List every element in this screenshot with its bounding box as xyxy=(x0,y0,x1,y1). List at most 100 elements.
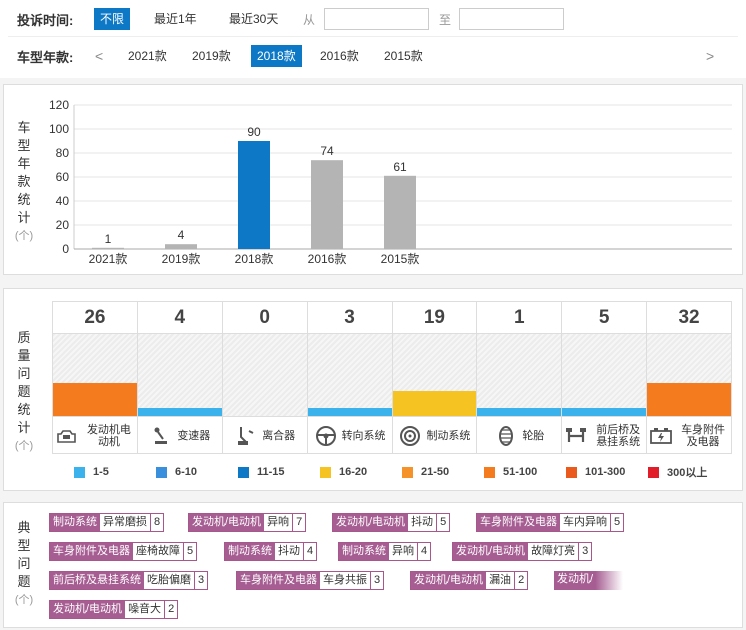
quality-bar-area xyxy=(392,334,477,416)
year-option-2021[interactable]: 2021款 xyxy=(122,45,173,67)
issue-tag[interactable]: 发动机/电动机 故障灯亮 3 xyxy=(452,542,593,561)
quality-bar xyxy=(53,383,137,416)
issue-tag-count: 5 xyxy=(610,514,623,531)
year-option-2016[interactable]: 2016款 xyxy=(314,45,365,67)
issue-tag-count: 3 xyxy=(194,572,207,589)
bar-value-label: 61 xyxy=(393,160,407,174)
bar xyxy=(311,160,343,249)
quality-label: 前后桥及悬挂系统 xyxy=(562,416,647,454)
issue-tag-count: 7 xyxy=(292,514,305,531)
quality-label-text: 离合器 xyxy=(262,429,296,442)
issue-tag-count: 5 xyxy=(183,543,196,560)
quality-cell-4[interactable]: 19 制动系统 xyxy=(392,302,478,453)
quality-count: 19 xyxy=(392,302,477,334)
date-to-input[interactable] xyxy=(459,8,564,30)
quality-stats-panel: 质 量 问 题 统 计 (个) 26 发动机电动机 4 变速器 0 离合器 3 转向系统 19 制… xyxy=(3,288,743,491)
title-char: 题 xyxy=(17,574,31,589)
quality-cell-3[interactable]: 3 转向系统 xyxy=(307,302,393,453)
quality-bar-area xyxy=(562,334,647,416)
title-char: 题 xyxy=(17,384,31,399)
issue-tag[interactable]: 发动机/电动机 异响 7 xyxy=(188,513,307,532)
issue-tag[interactable]: 车身附件及电器 车身共振 3 xyxy=(236,571,385,590)
date-from-input[interactable] xyxy=(324,8,429,30)
quality-stats-title: 质 量 问 题 统 计 (个) xyxy=(12,329,36,455)
issue-tag-category: 发动机/电动机 xyxy=(50,601,126,618)
quality-bar-area xyxy=(477,334,562,416)
y-tick-label: 100 xyxy=(49,122,69,136)
year-filter-label: 车型年款: xyxy=(17,49,74,65)
issue-tag[interactable]: 发动机/ xyxy=(554,571,624,590)
issue-tag-category: 车身附件及电器 xyxy=(477,514,560,531)
issue-tag[interactable]: 制动系统 异常磨损 8 xyxy=(49,513,165,532)
date-from-label: 从 xyxy=(303,12,316,27)
quality-cell-6[interactable]: 5 前后桥及悬挂系统 xyxy=(562,302,648,454)
time-filter-row: 投诉时间: 不限 最近1年 最近30天 从 至 xyxy=(0,7,746,31)
issue-tag-category: 制动系统 xyxy=(50,514,100,531)
issue-tag[interactable]: 制动系统 异响 4 xyxy=(338,542,432,561)
quality-count: 5 xyxy=(562,302,647,334)
issue-tag-issue: 异响 xyxy=(267,516,290,528)
legend-item: 1-5 xyxy=(74,464,156,480)
issue-tag[interactable]: 发动机/电动机 漏油 2 xyxy=(410,571,529,590)
quality-cell-7[interactable]: 32 车身附件及电器 xyxy=(647,302,731,453)
issue-tag-category: 发动机/电动机 xyxy=(411,572,487,589)
issue-tag-category: 车身附件及电器 xyxy=(237,572,320,589)
issue-tag-category: 车身附件及电器 xyxy=(50,543,133,560)
quality-cell-1[interactable]: 4 变速器 xyxy=(137,302,223,453)
engine-icon xyxy=(55,426,79,446)
title-char: 计 xyxy=(17,420,31,435)
quality-label-text: 变速器 xyxy=(177,429,211,442)
brake-disc-icon xyxy=(398,425,422,446)
quality-cell-5[interactable]: 1 轮胎 xyxy=(477,302,563,453)
quality-bar-area xyxy=(647,334,731,416)
year-next-arrow-icon[interactable]: > xyxy=(706,48,714,64)
issue-tag[interactable]: 车身附件及电器 座椅故障 5 xyxy=(49,542,198,561)
issue-tag[interactable]: 发动机/电动机 抖动 5 xyxy=(332,513,451,532)
legend-label: 11-15 xyxy=(257,466,285,478)
issue-tag-issue: 异响 xyxy=(392,545,414,557)
quality-count: 26 xyxy=(53,302,137,334)
issue-tag-category: 制动系统 xyxy=(339,543,389,560)
legend-label: 51-100 xyxy=(503,466,538,478)
issue-tag-issue: 异常磨损 xyxy=(103,516,147,528)
quality-label-text: 转向系统 xyxy=(341,429,386,442)
quality-count: 0 xyxy=(222,302,307,334)
issue-tag[interactable]: 前后桥及悬挂系统 吃胎偏磨 3 xyxy=(49,571,209,590)
issue-tag-category: 前后桥及悬挂系统 xyxy=(50,572,144,589)
legend-item: 101-300 xyxy=(566,464,648,480)
date-to-label: 至 xyxy=(439,12,452,27)
quality-bar xyxy=(307,407,392,416)
issue-tag-issue: 故障灯亮 xyxy=(531,545,576,557)
quality-legend: 1-5 6-10 11-15 16-20 21-50 51-100 101-300 300以上 xyxy=(74,464,730,480)
issue-tag[interactable]: 制动系统 抖动 4 xyxy=(224,542,318,561)
bar-value-label: 1 xyxy=(105,232,112,246)
typical-issues-title: 典 型 问 题 (个) xyxy=(12,519,36,609)
legend-swatch xyxy=(648,466,659,478)
year-option-2015[interactable]: 2015款 xyxy=(378,45,429,67)
title-char: 问 xyxy=(17,556,31,571)
title-char: 问 xyxy=(17,366,31,381)
year-stats-panel: 车 型 年 款 统 计 (个) 0 20 40 60 80 100 120 1 2021款 4 20… xyxy=(3,84,743,275)
year-option-2018[interactable]: 2018款 xyxy=(251,45,302,67)
year-prev-arrow-icon[interactable]: < xyxy=(95,48,103,64)
issue-tag[interactable]: 发动机/电动机 噪音大 2 xyxy=(49,600,179,619)
bar xyxy=(238,141,270,249)
x-tick-label: 2018款 xyxy=(235,252,274,266)
year-bar-chart: 0 20 40 60 80 100 120 1 2021款 4 2019款 90 2018款 74 2016… xyxy=(49,98,732,266)
time-option-unlimited[interactable]: 不限 xyxy=(94,8,131,30)
title-char: 型 xyxy=(17,538,31,553)
typical-issues-panel: 典 型 问 题 (个) 制动系统 异常磨损 8 发动机/电动机 异响 7 发动机/电动机 抖动… xyxy=(3,502,743,628)
quality-count: 3 xyxy=(307,302,392,334)
filter-divider xyxy=(8,36,738,37)
time-option-last-30-days[interactable]: 最近30天 xyxy=(223,8,284,30)
issue-tag-issue: 吃胎偏磨 xyxy=(147,574,191,586)
time-option-last-year[interactable]: 最近1年 xyxy=(148,8,203,30)
year-option-2019[interactable]: 2019款 xyxy=(186,45,237,67)
issue-tag[interactable]: 车身附件及电器 车内异响 5 xyxy=(476,513,625,532)
quality-cell-2[interactable]: 0 离合器 xyxy=(222,302,308,453)
quality-bar-area xyxy=(222,334,307,416)
quality-grid: 26 发动机电动机 4 变速器 0 离合器 3 转向系统 19 制动系统 1 轮胎 5 前后桥及悬挂系统 3… xyxy=(52,301,732,454)
y-tick-label: 120 xyxy=(49,98,69,112)
quality-cell-0[interactable]: 26 发动机电动机 xyxy=(53,302,138,453)
quality-bar-area xyxy=(137,334,222,416)
